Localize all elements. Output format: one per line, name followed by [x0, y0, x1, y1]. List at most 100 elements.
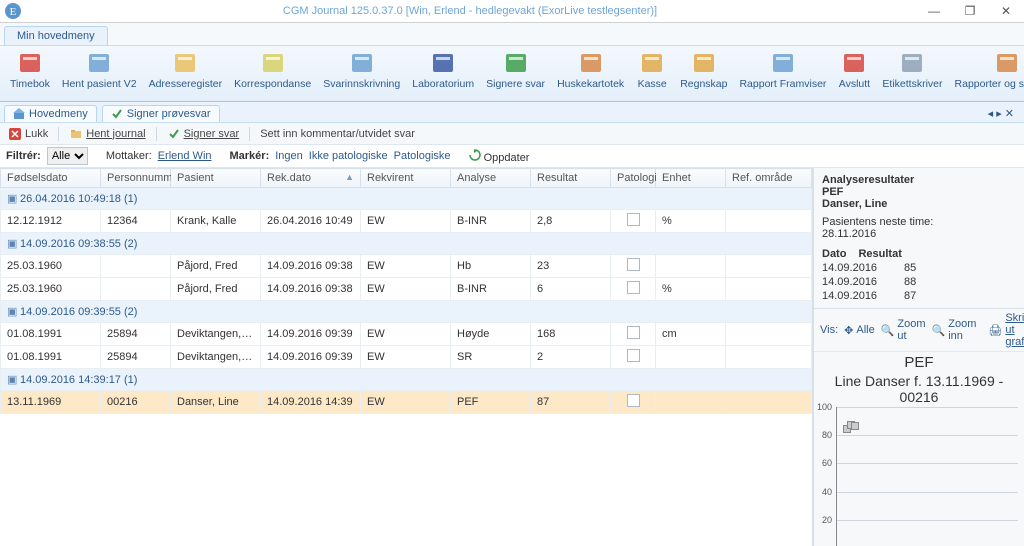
chart-plot-area: 20406080100	[836, 407, 1018, 546]
ribbon-tab-row: Min hovedmeny	[0, 23, 1024, 45]
col-resultat[interactable]: Resultat	[531, 169, 611, 188]
subtab-hovedmeny[interactable]: Hovedmeny	[4, 105, 97, 122]
cell: Danser, Line	[171, 391, 261, 414]
patologisk-checkbox[interactable]	[627, 258, 640, 271]
col-personnummer[interactable]: Personnummer	[101, 169, 171, 188]
ribbon-kasse-label: Kasse	[638, 78, 667, 90]
korr-icon	[257, 50, 289, 76]
chart-alle-button[interactable]: ✥ Alle	[844, 324, 875, 337]
patologisk-checkbox[interactable]	[627, 213, 640, 226]
ribbon-tab-hovedmeny[interactable]: Min hovedmeny	[4, 26, 108, 45]
table-row[interactable]: 12.12.191212364Krank, Kalle26.04.2016 10…	[1, 210, 812, 233]
ribbon-etikett-button[interactable]: Etikettskriver	[876, 48, 948, 99]
ribbon-korr-button[interactable]: Korrespondanse	[228, 48, 317, 99]
chart-print-button[interactable]: 🖨 Skriv ut graf	[988, 312, 1024, 348]
ribbon-lab-button[interactable]: Laboratorium	[406, 48, 480, 99]
cell: 2,8	[531, 210, 611, 233]
cell: B-INR	[451, 278, 531, 301]
table-row[interactable]: 01.08.199125894Deviktangen, An...14.09.2…	[1, 346, 812, 369]
close-button[interactable]: ✕	[988, 0, 1024, 22]
patologisk-checkbox[interactable]	[627, 349, 640, 362]
lukk-button[interactable]: Lukk	[6, 126, 50, 142]
col-patologisk[interactable]: Patologisk	[611, 169, 656, 188]
hent-journal-button[interactable]: Hent journal	[67, 126, 147, 142]
marker-ingen[interactable]: Ingen	[275, 150, 303, 162]
mottaker-link[interactable]: Erlend Win	[158, 150, 212, 162]
cell	[656, 255, 726, 278]
sett-inn-kommentar-button[interactable]: Sett inn kommentar/utvidet svar	[258, 127, 417, 141]
tab-nav-controls[interactable]: ◂ ▸ ✕	[988, 107, 1020, 120]
chart-subtitle: Line Danser f. 13.11.1969 - 00216	[814, 373, 1024, 407]
ribbon-svarinn-button[interactable]: Svarinnskrivning	[317, 48, 406, 99]
group-row[interactable]: ▣14.09.2016 09:39:55 (2)	[1, 301, 812, 323]
lab-icon	[427, 50, 459, 76]
col-analyse[interactable]: Analyse	[451, 169, 531, 188]
group-row[interactable]: ▣14.09.2016 14:39:17 (1)	[1, 369, 812, 391]
cell: 87	[531, 391, 611, 414]
oppdater-button[interactable]: Oppdater	[469, 149, 530, 164]
svarinn-icon	[346, 50, 378, 76]
ribbon-hentpasient-button[interactable]: Hent pasient V2	[56, 48, 143, 99]
signere-icon	[500, 50, 532, 76]
ribbon-huske-button[interactable]: Huskekartotek	[551, 48, 630, 99]
ribbon-kasse-button[interactable]: Kasse	[630, 48, 674, 99]
patologisk-checkbox[interactable]	[627, 394, 640, 407]
collapse-icon: ▣	[7, 192, 17, 205]
cell: 14.09.2016 09:39	[261, 323, 361, 346]
ribbon-adresse-button[interactable]: Adresseregister	[143, 48, 229, 99]
neste-time-value: 28.11.2016	[822, 228, 876, 240]
chart-zoom-in-button[interactable]: 🔍 Zoom inn	[932, 318, 977, 342]
patologisk-checkbox[interactable]	[627, 326, 640, 339]
home-icon	[13, 108, 25, 120]
ribbon-avslutt-button[interactable]: Avslutt	[832, 48, 876, 99]
cell	[611, 278, 656, 301]
group-row[interactable]: ▣26.04.2016 10:49:18 (1)	[1, 188, 812, 210]
table-row[interactable]: 13.11.196900216Danser, Line14.09.2016 14…	[1, 391, 812, 414]
chart-zoom-out-button[interactable]: 🔍 Zoom ut	[881, 318, 926, 342]
ribbon-rapportf-button[interactable]: Rapport Framviser	[733, 48, 832, 99]
side-col-resultat: Resultat	[858, 248, 901, 260]
y-tick-label: 80	[822, 430, 832, 440]
patologisk-checkbox[interactable]	[627, 281, 640, 294]
subtab-signer[interactable]: Signer prøvesvar	[102, 105, 220, 122]
collapse-icon: ▣	[7, 305, 17, 318]
filter-select[interactable]: Alle	[47, 147, 88, 165]
cell: cm	[656, 323, 726, 346]
ribbon-svarinn-label: Svarinnskrivning	[323, 78, 400, 90]
group-row[interactable]: ▣14.09.2016 09:38:55 (2)	[1, 233, 812, 255]
ribbon-timebok-button[interactable]: Timebok	[4, 48, 56, 99]
ribbon-signere-button[interactable]: Signere svar	[480, 48, 551, 99]
avslutt-icon	[838, 50, 870, 76]
col-rekvirent[interactable]: Rekvirent	[361, 169, 451, 188]
marker-ikke-patologiske[interactable]: Ikke patologiske	[309, 150, 388, 162]
side-panel-pef: PEF	[822, 186, 1016, 198]
cell: 25.03.1960	[1, 255, 101, 278]
table-row[interactable]: 25.03.1960Påjord, Fred14.09.2016 09:38EW…	[1, 255, 812, 278]
cell: Påjord, Fred	[171, 278, 261, 301]
mottaker-label: Mottaker:	[106, 150, 152, 162]
ribbon-regn-button[interactable]: Regnskap	[674, 48, 733, 99]
col-fodselsdato[interactable]: Fødselsdato	[1, 169, 101, 188]
sign-check-icon	[167, 127, 181, 141]
ribbon-rapporter-button[interactable]: Rapporter og statistikk	[949, 48, 1024, 99]
cell: 25.03.1960	[1, 278, 101, 301]
marker-patologiske[interactable]: Patologiske	[394, 150, 451, 162]
col-rekdato[interactable]: Rek.dato▲	[261, 169, 361, 188]
signer-svar-button[interactable]: Signer svar	[165, 126, 242, 142]
cell: 26.04.2016 10:49	[261, 210, 361, 233]
cell: SR	[451, 346, 531, 369]
kasse-icon	[636, 50, 668, 76]
col-refomrade[interactable]: Ref. område	[726, 169, 812, 188]
minimize-button[interactable]: —	[916, 0, 952, 22]
side-col-dato: Dato	[822, 248, 846, 260]
col-enhet[interactable]: Enhet	[656, 169, 726, 188]
huske-icon	[575, 50, 607, 76]
results-grid[interactable]: Fødselsdato Personnummer Pasient Rek.dat…	[0, 168, 812, 414]
cell: Deviktangen, An...	[171, 323, 261, 346]
maximize-button[interactable]: ❐	[952, 0, 988, 22]
cell: 14.09.2016 09:39	[261, 346, 361, 369]
table-row[interactable]: 25.03.1960Påjord, Fred14.09.2016 09:38EW…	[1, 278, 812, 301]
table-row[interactable]: 01.08.199125894Deviktangen, An...14.09.2…	[1, 323, 812, 346]
cell: Høyde	[451, 323, 531, 346]
col-pasient[interactable]: Pasient	[171, 169, 261, 188]
